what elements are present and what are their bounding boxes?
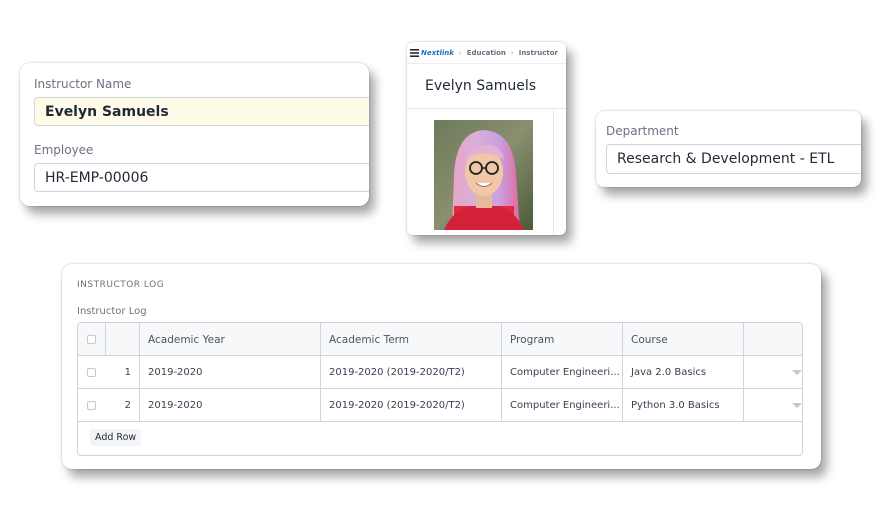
add-row-button[interactable]: Add Row	[90, 429, 142, 446]
chevron-down-icon[interactable]	[792, 403, 802, 408]
row-select-cell	[78, 389, 106, 422]
breadcrumb-instructor[interactable]: Instructor	[519, 49, 558, 57]
academic-term-cell[interactable]: 2019-2020 (2019-2020/T2)	[321, 356, 502, 389]
divider	[407, 108, 566, 109]
breadcrumb-education[interactable]: Education	[467, 49, 506, 57]
table-header: Academic Year Academic Term Program Cour…	[78, 323, 802, 356]
row-number: 2	[106, 389, 140, 422]
chevron-right-icon: ›	[510, 48, 514, 57]
row-select-cell	[78, 356, 106, 389]
menu-icon	[410, 48, 419, 57]
column-course[interactable]: Course	[623, 323, 744, 356]
logo-text: Nextlink	[421, 48, 454, 57]
employee-field[interactable]: HR-EMP-00006	[34, 163, 369, 192]
instructor-name-label: Instructor Name	[34, 77, 132, 91]
column-academic-year[interactable]: Academic Year	[140, 323, 321, 356]
table-row[interactable]: 1 2019-2020 2019-2020 (2019-2020/T2) Com…	[78, 356, 802, 389]
instructor-card: Instructor Name Evelyn Samuels Employee …	[20, 63, 369, 206]
profile-photo[interactable]	[434, 120, 533, 230]
program-cell[interactable]: Computer Engineeri...	[502, 356, 623, 389]
column-program[interactable]: Program	[502, 323, 623, 356]
row-actions-cell	[744, 389, 802, 422]
breadcrumb: Nextlink › Education › Instructor	[407, 42, 566, 64]
row-actions-cell	[744, 356, 802, 389]
row-checkbox[interactable]	[87, 401, 96, 410]
instructor-log-card: INSTRUCTOR LOG Instructor Log Academic Y…	[62, 264, 821, 469]
department-field[interactable]: Research & Development - ETL	[606, 144, 861, 174]
chevron-right-icon: ›	[458, 48, 462, 57]
instructor-log-table: Academic Year Academic Term Program Cour…	[77, 322, 803, 456]
row-number-header	[106, 323, 140, 356]
table-row[interactable]: 2 2019-2020 2019-2020 (2019-2020/T2) Com…	[78, 389, 802, 422]
section-title: INSTRUCTOR LOG	[77, 280, 165, 290]
select-all-cell	[78, 323, 106, 356]
divider	[553, 108, 554, 235]
course-cell[interactable]: Java 2.0 Basics	[623, 356, 744, 389]
row-number: 1	[106, 356, 140, 389]
column-academic-term[interactable]: Academic Term	[321, 323, 502, 356]
instructor-name-field[interactable]: Evelyn Samuels	[34, 97, 369, 126]
nextlink-logo[interactable]: Nextlink	[410, 48, 454, 57]
table-label: Instructor Log	[77, 306, 147, 317]
department-card: Department Research & Development - ETL	[596, 111, 861, 187]
academic-year-cell[interactable]: 2019-2020	[140, 356, 321, 389]
course-cell[interactable]: Python 3.0 Basics	[623, 389, 744, 422]
department-label: Department	[606, 124, 679, 138]
column-actions	[744, 323, 802, 356]
academic-term-cell[interactable]: 2019-2020 (2019-2020/T2)	[321, 389, 502, 422]
program-cell[interactable]: Computer Engineeri...	[502, 389, 623, 422]
chevron-down-icon[interactable]	[792, 370, 802, 375]
select-all-checkbox[interactable]	[87, 335, 96, 344]
academic-year-cell[interactable]: 2019-2020	[140, 389, 321, 422]
employee-label: Employee	[34, 143, 94, 157]
profile-card: Nextlink › Education › Instructor Evelyn…	[407, 42, 566, 235]
profile-name: Evelyn Samuels	[424, 78, 536, 94]
row-checkbox[interactable]	[87, 368, 96, 377]
